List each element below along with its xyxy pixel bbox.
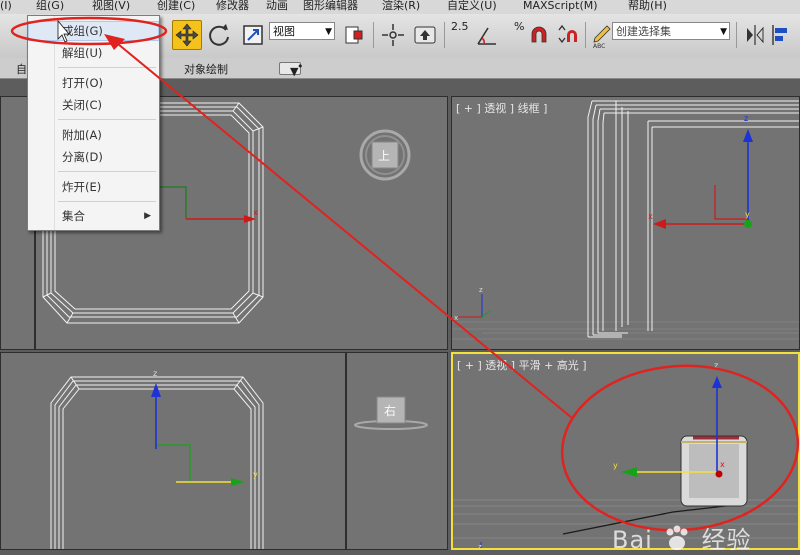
menu-item-label: 解组(U) [62,46,103,60]
group-menu-dropdown: 成组(G) 解组(U) 打开(O) 关闭(C) 附加(A) 分离(D) 炸开(E… [27,15,160,231]
toolbar-overflow-button[interactable] [790,20,800,50]
spinner-snap-button[interactable] [553,20,583,50]
menu-item-help[interactable]: 帮助(H) [628,0,667,12]
mirror-button[interactable] [740,20,764,50]
select-move-button[interactable] [172,20,202,50]
axis-x-label: x [720,460,725,469]
gizmo-z-label: z [479,286,483,294]
viewport-label[interactable]: [ + ] 透视 ] 线框 ] [456,100,547,116]
list-icon [790,20,800,50]
menu-item-ungroup[interactable]: 解组(U) [28,43,159,63]
ribbon-tab-label[interactable]: 自 [16,61,27,77]
axis-z-label: z [744,114,748,123]
menu-bar: (I) 组(G) 视图(V) 创建(C) 修改器 动画 图形编辑器 渲染(R) … [0,0,800,14]
axis-y-label: y [613,461,618,470]
menu-item-label: 附加(A) [62,128,102,142]
axis-z-label: z [714,361,718,370]
ribbon-dot: • [297,60,304,73]
menu-item-graph-editors[interactable]: 图形编辑器 [303,0,358,12]
menu-item-label: 集合 [62,209,85,223]
gizmo-z-label: z [478,543,482,550]
menu-item-assembly[interactable]: 集合 ▶ [28,206,159,226]
menu-item-detach[interactable]: 分离(D) [28,147,159,167]
menu-item-label: 炸开(E) [62,180,102,194]
menu-item-group-create[interactable]: 成组(G) [28,21,159,41]
pivot-center-button[interactable] [340,20,370,50]
menu-item-create[interactable]: 创建(C) [157,0,195,12]
magnet-icon [531,26,547,43]
axis-y-label: y [745,210,750,219]
gizmo-x-label: x [454,314,458,322]
menu-divider [58,119,156,120]
menu-item-animation[interactable]: 动画 [266,0,288,12]
toolbar-separator [444,22,445,48]
menu-item-i[interactable]: (I) [0,0,12,12]
toolbar-separator [585,22,586,48]
wireframe-perspective-scene: z x y z x [452,100,799,340]
viewcube-top-label[interactable]: 上 [378,149,390,163]
viewport-bottom-left[interactable]: z y 右 [0,352,448,550]
axis-x-label: x [253,208,258,217]
percent-snap-button[interactable] [524,20,554,50]
axis-y-label: y [253,470,258,479]
menu-item-view[interactable]: 视图(V) [92,0,130,12]
menu-item-customize[interactable]: 自定义(U) [447,0,497,12]
axis-z-label: z [153,369,157,378]
pivot-center-icon [345,26,363,44]
ribbon-object-paint-tab[interactable]: 对象绘制 [184,61,228,77]
menu-item-explode[interactable]: 炸开(E) [28,177,159,197]
percent-snap-label: % [514,20,525,33]
menu-item-label: 关闭(C) [62,98,103,112]
viewcube-right-label[interactable]: 右 [384,403,396,418]
chevron-down-icon: ▼ [325,27,332,37]
menu-item-close[interactable]: 关闭(C) [28,95,159,115]
menu-item-label: 分离(D) [62,150,103,164]
menu-divider [58,67,156,68]
submenu-arrow-icon: ▶ [144,211,151,221]
menu-item-attach[interactable]: 附加(A) [28,125,159,145]
keyboard-shortcut-icon [414,26,436,44]
align-button[interactable] [766,20,790,50]
menu-divider [58,171,156,172]
named-selection-set-value: 创建选择集 [616,25,671,38]
viewport-top-right[interactable]: z x y z x [ + ] 透视 ] 线框 ] [451,96,800,350]
menu-item-rendering[interactable]: 渲染(R) [382,0,420,12]
menu-divider [58,201,156,202]
axis-x-label: x [648,212,653,221]
chevron-down-icon: ▼ [720,27,727,37]
manipulate-icon [382,24,404,46]
named-selection-set-combo[interactable]: 创建选择集 ▼ [612,22,730,40]
menu-item-label: 打开(O) [62,76,104,90]
toolbar-separator [736,22,737,48]
svg-text:ABC: ABC [593,43,605,50]
angle-snap-icon [477,27,496,45]
angle-snap-button[interactable] [472,20,502,50]
reference-coordinate-value: 视图 [273,25,295,38]
menu-item-group[interactable]: 组(G) [36,0,64,12]
spinner-magnet-icon [558,24,577,44]
keyboard-shortcut-toggle-button[interactable] [410,20,440,50]
toolbar-separator [373,22,374,48]
select-rotate-button[interactable] [204,20,234,50]
wireframe-front-scene: z y 右 [50,353,428,549]
reference-coordinate-combo[interactable]: 视图 ▼ [269,22,335,40]
snap-angle-label: 2.5 [451,20,469,33]
viewport-label[interactable]: [ + ] 透视 ] 平滑 + 高光 ] [457,357,587,373]
menu-item-maxscript[interactable]: MAXScript(M) [523,0,598,12]
rotate-icon [209,24,229,46]
menu-item-open[interactable]: 打开(O) [28,73,159,93]
menu-item-label: 成组(G) [62,24,103,38]
paw-icon [666,525,688,550]
menu-item-modifiers[interactable]: 修改器 [216,0,249,12]
select-scale-button[interactable] [238,20,268,50]
select-manipulate-button[interactable] [378,20,408,50]
move-icon [175,23,199,47]
scale-icon [243,25,263,45]
